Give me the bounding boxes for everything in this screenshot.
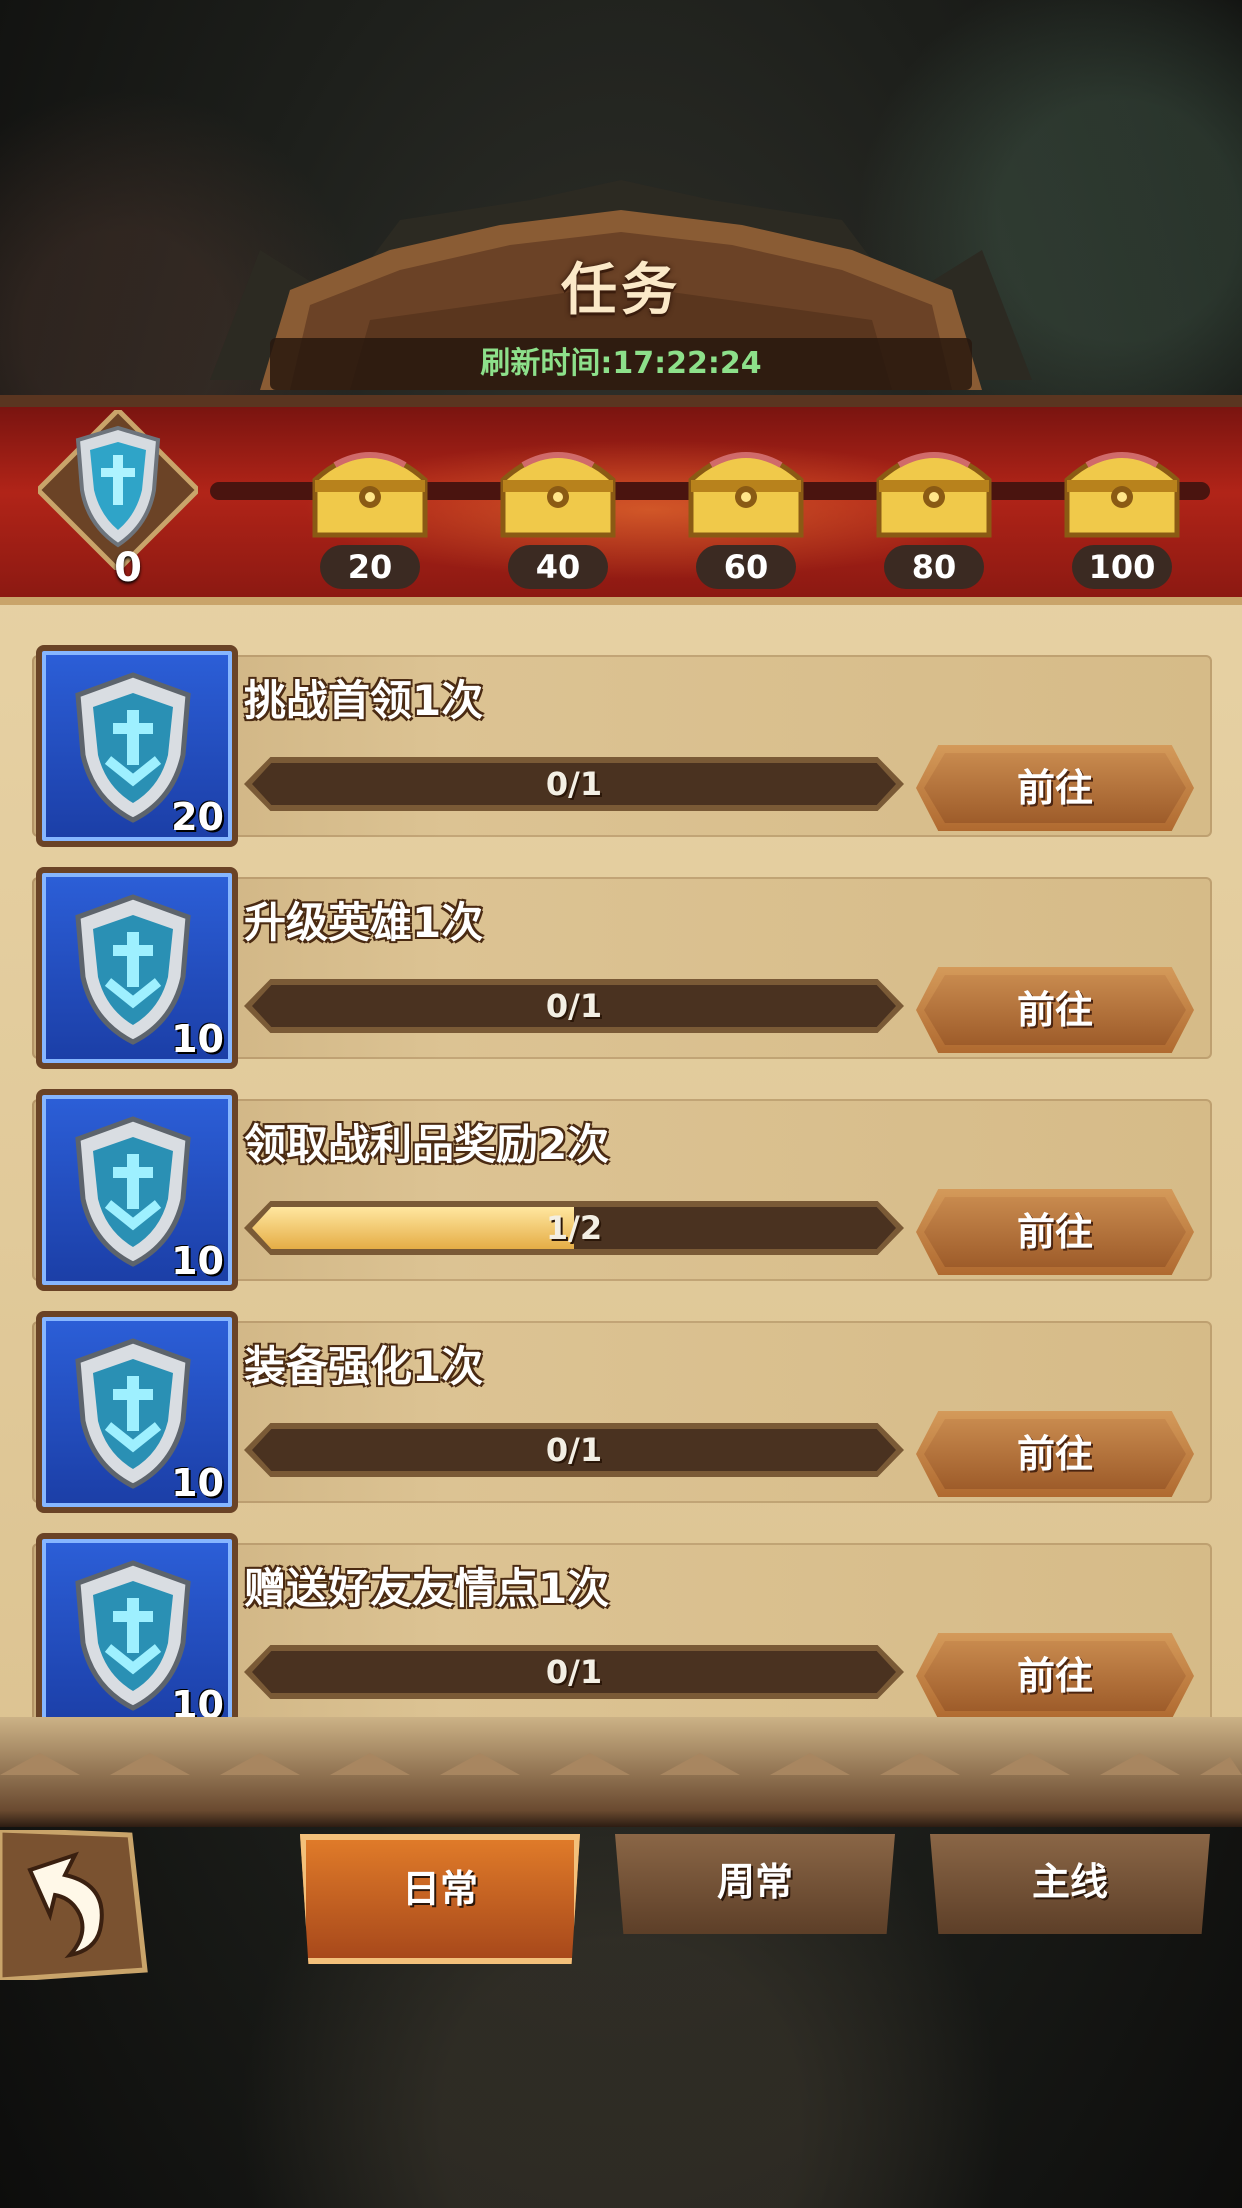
go-button-label: 前往 xyxy=(924,1641,1186,1711)
milestone-value: 60 xyxy=(696,545,796,589)
task-name: 升级英雄1次 xyxy=(244,898,484,947)
task-row: 10 领取战利品奖励2次 1/2 前往 xyxy=(32,1089,1212,1291)
go-button[interactable]: 前往 xyxy=(916,745,1194,831)
go-button[interactable]: 前往 xyxy=(916,1411,1194,1497)
go-button[interactable]: 前往 xyxy=(916,1189,1194,1275)
task-row: 10 升级英雄1次 0/1 前往 xyxy=(32,867,1212,1069)
back-arrow-icon[interactable] xyxy=(0,1830,150,1980)
task-progress-text: 0/1 xyxy=(545,765,603,803)
chest-icon[interactable] xyxy=(681,435,811,545)
chest-icon[interactable] xyxy=(305,435,435,545)
task-reward-amount: 20 xyxy=(171,795,224,839)
task-list[interactable]: 20 挑战首领1次 0/1 前往 10 升级英雄1次 0/1 前往 10 领取战利品奖励2次 1/2… xyxy=(32,645,1212,1717)
task-reward-icon: 10 xyxy=(36,1089,238,1291)
task-row: 20 挑战首领1次 0/1 前往 xyxy=(32,645,1212,847)
task-row: 10 装备强化1次 0/1 前往 xyxy=(32,1311,1212,1513)
chest-icon[interactable] xyxy=(493,435,623,545)
task-reward-icon: 10 xyxy=(36,867,238,1069)
task-progress-bar: 0/1 xyxy=(244,1645,904,1699)
panel-top-border xyxy=(0,395,1242,407)
task-progress-bar: 0/1 xyxy=(244,1423,904,1477)
tab-weekly[interactable]: 周常 xyxy=(615,1834,895,1934)
task-progress-bar: 0/1 xyxy=(244,979,904,1033)
milestone-value: 40 xyxy=(508,545,608,589)
milestone-value: 20 xyxy=(320,545,420,589)
task-reward-icon: 10 xyxy=(36,1311,238,1513)
task-progress-text: 0/1 xyxy=(545,987,603,1025)
task-row: 10 赠送好友友情点1次 0/1 前往 xyxy=(32,1533,1212,1717)
go-button-label: 前往 xyxy=(924,975,1186,1045)
chest-icon[interactable] xyxy=(1057,435,1187,545)
go-button[interactable]: 前往 xyxy=(916,1633,1194,1717)
task-reward-amount: 10 xyxy=(171,1239,224,1283)
milestone-value: 100 xyxy=(1072,545,1172,589)
task-reward-amount: 10 xyxy=(171,1017,224,1061)
tab-daily[interactable]: 日常 xyxy=(300,1834,580,1964)
task-name: 挑战首领1次 xyxy=(244,676,484,725)
task-progress-text: 1/2 xyxy=(545,1209,603,1247)
chest-icon[interactable] xyxy=(869,435,999,545)
task-reward-amount: 10 xyxy=(171,1683,224,1717)
page-title: 任务 xyxy=(561,258,681,323)
go-button-label: 前往 xyxy=(924,753,1186,823)
task-name: 领取战利品奖励2次 xyxy=(244,1120,610,1169)
task-name: 装备强化1次 xyxy=(244,1342,484,1391)
go-button[interactable]: 前往 xyxy=(916,967,1194,1053)
task-progress-text: 0/1 xyxy=(545,1653,603,1691)
refresh-timer: 刷新时间:17:22:24 xyxy=(270,338,972,390)
task-reward-icon: 20 xyxy=(36,645,238,847)
task-progress-bar: 1/2 xyxy=(244,1201,904,1255)
tab-main[interactable]: 主线 xyxy=(930,1834,1210,1934)
milestone-value: 80 xyxy=(884,545,984,589)
activity-points-value: 0 xyxy=(114,545,142,591)
go-button-label: 前往 xyxy=(924,1419,1186,1489)
task-progress-bar: 0/1 xyxy=(244,757,904,811)
task-reward-icon: 10 xyxy=(36,1533,238,1717)
task-reward-amount: 10 xyxy=(171,1461,224,1505)
panel-bottom-ornament xyxy=(0,1753,1242,1775)
go-button-label: 前往 xyxy=(924,1197,1186,1267)
task-name: 赠送好友友情点1次 xyxy=(244,1564,610,1613)
task-progress-text: 0/1 xyxy=(545,1431,603,1469)
